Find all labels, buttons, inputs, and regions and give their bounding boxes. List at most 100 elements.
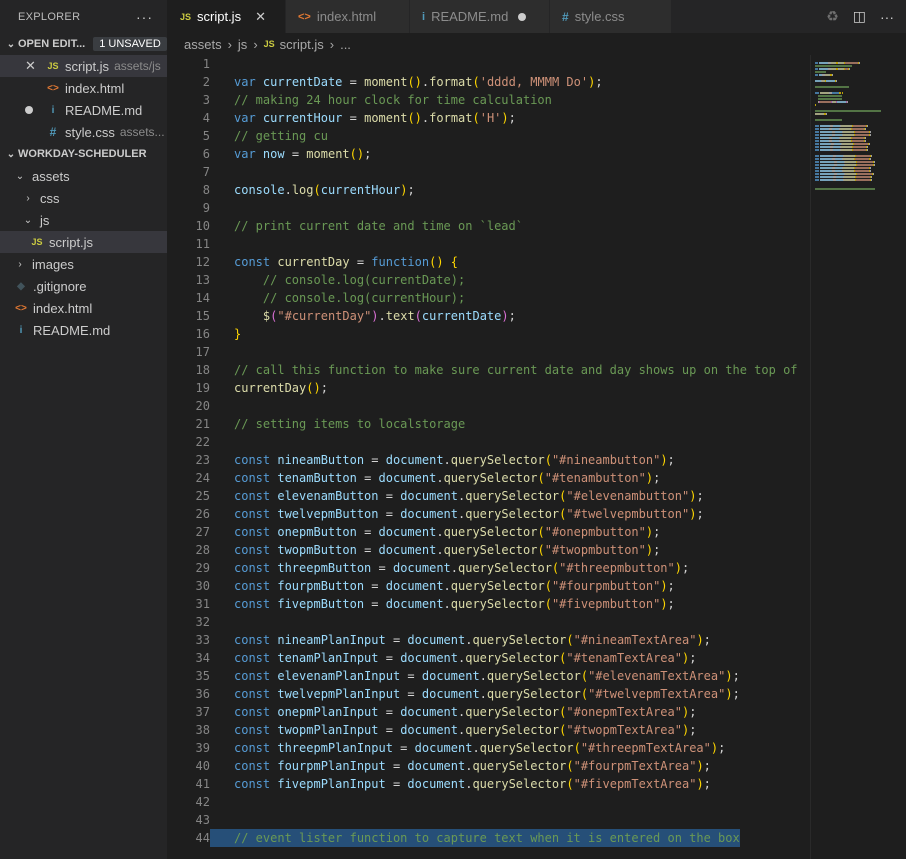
code-line[interactable]: 43 bbox=[168, 811, 810, 829]
more-actions-icon[interactable]: ··· bbox=[880, 9, 894, 25]
chevron-down-icon: ⌄ bbox=[15, 170, 25, 182]
tree-label: script.js bbox=[49, 234, 94, 250]
code-line[interactable]: 31 const fivepmButton = document.querySel… bbox=[168, 595, 810, 613]
code-line[interactable]: 12 const currentDay = function() { bbox=[168, 253, 810, 271]
code-line[interactable]: 6 var now = moment(); bbox=[168, 145, 810, 163]
open-editor-label: README.md bbox=[65, 102, 143, 118]
breadcrumb-item[interactable]: js bbox=[238, 37, 247, 52]
code-line[interactable]: 9 bbox=[168, 199, 810, 217]
code-line[interactable]: 33 const nineamPlanInput = document.query… bbox=[168, 631, 810, 649]
code-line[interactable]: 15 $("#currentDay").text(currentDate); bbox=[168, 307, 810, 325]
tree-folder-images[interactable]: › images bbox=[0, 253, 167, 275]
code-line[interactable]: 23 const nineamButton = document.querySel… bbox=[168, 451, 810, 469]
code-line[interactable]: 5 // getting cu bbox=[168, 127, 810, 145]
code-line[interactable]: 20 bbox=[168, 397, 810, 415]
minimap-token bbox=[840, 137, 851, 139]
tree-file-readme-md[interactable]: i README.md bbox=[0, 319, 167, 341]
code-line[interactable]: 21 // setting items to localstorage bbox=[168, 415, 810, 433]
code-line[interactable]: 28 const twopmButton = document.querySele… bbox=[168, 541, 810, 559]
more-actions-icon[interactable]: ··· bbox=[136, 9, 153, 25]
minimap-token bbox=[867, 146, 868, 148]
code-line[interactable]: 36 const twelvepmPlanInput = document.que… bbox=[168, 685, 810, 703]
code-line[interactable]: 2 var currentDate = moment().format('dddd… bbox=[168, 73, 810, 91]
project-label: WORKDAY-SCHEDULER bbox=[18, 148, 147, 160]
code-line[interactable]: 35 const elevenamPlanInput = document.que… bbox=[168, 667, 810, 685]
minimap-token bbox=[819, 62, 828, 64]
compare-changes-icon[interactable]: ♻ bbox=[826, 8, 839, 25]
js-file-icon: JS bbox=[31, 237, 43, 247]
tree-file-index-html[interactable]: <> index.html bbox=[0, 297, 167, 319]
tab-index-html[interactable]: <> index.html bbox=[286, 0, 410, 33]
code-line[interactable]: 24 const tenamButton = document.querySele… bbox=[168, 469, 810, 487]
code-line[interactable]: 22 bbox=[168, 433, 810, 451]
unsaved-dot-icon[interactable] bbox=[518, 12, 527, 21]
code-line[interactable]: 17 bbox=[168, 343, 810, 361]
minimap-token bbox=[856, 179, 870, 181]
code-line[interactable]: 42 bbox=[168, 793, 810, 811]
tree-folder-js[interactable]: ⌄ js bbox=[0, 209, 167, 231]
split-editor-icon[interactable]: ◫ bbox=[853, 8, 866, 25]
line-number: 37 bbox=[195, 705, 210, 719]
minimap-token bbox=[853, 125, 866, 127]
line-number: 16 bbox=[195, 327, 210, 341]
tab-readme-md[interactable]: i README.md bbox=[410, 0, 550, 33]
breadcrumb-item[interactable]: script.js bbox=[280, 37, 324, 52]
code-line[interactable]: 40 const fourpmPlanInput = document.query… bbox=[168, 757, 810, 775]
code-line[interactable]: 26 const twelvepmButton = document.queryS… bbox=[168, 505, 810, 523]
code-line[interactable]: 19 currentDay(); bbox=[168, 379, 810, 397]
code-line[interactable]: 32 bbox=[168, 613, 810, 631]
open-editors-section[interactable]: ⌄ OPEN EDIT... 1 UNSAVED bbox=[0, 33, 167, 55]
code-line[interactable]: 30 const fourpmButton = document.querySel… bbox=[168, 577, 810, 595]
minimap-token bbox=[874, 164, 875, 166]
breadcrumb-item[interactable]: assets bbox=[184, 37, 222, 52]
open-editor-index-html[interactable]: <> index.html bbox=[0, 77, 167, 99]
code-line[interactable]: 16} bbox=[168, 325, 810, 343]
line-number: 15 bbox=[195, 309, 210, 323]
minimap-token bbox=[833, 125, 840, 127]
code-line[interactable]: 10 // print current date and time on `lea… bbox=[168, 217, 810, 235]
minimap-token bbox=[843, 167, 854, 169]
code-text: // console.log(currentDate); bbox=[262, 273, 466, 287]
close-icon[interactable]: ✕ bbox=[255, 9, 266, 25]
tree-file-gitignore[interactable]: ◆ .gitignore bbox=[0, 275, 167, 297]
tab-style-css[interactable]: # style.css bbox=[550, 0, 672, 33]
code-line[interactable]: 1 bbox=[168, 55, 810, 73]
tree-file-script-js[interactable]: JS script.js bbox=[0, 231, 167, 253]
code-line[interactable]: 27 const onepmButton = document.querySele… bbox=[168, 523, 810, 541]
code-line[interactable]: 8 console.log(currentHour); bbox=[168, 181, 810, 199]
code-line[interactable]: 3 // making 24 hour clock for time calcul… bbox=[168, 91, 810, 109]
minimap-token bbox=[870, 131, 871, 133]
code-line[interactable]: 29 const threepmButton = document.querySe… bbox=[168, 559, 810, 577]
code-line[interactable]: 44// event lister function to capture te… bbox=[168, 829, 810, 847]
close-icon[interactable]: ✕ bbox=[25, 58, 36, 74]
open-editor-script-js[interactable]: ✕ JS script.js assets/js bbox=[0, 55, 167, 77]
code-line[interactable]: 14 // console.log(currentHour); bbox=[168, 289, 810, 307]
open-editor-readme-md[interactable]: i README.md bbox=[0, 99, 167, 121]
code-line[interactable]: 41 const fivepmPlanInput = document.query… bbox=[168, 775, 810, 793]
code-line[interactable]: 7 bbox=[168, 163, 810, 181]
code-line[interactable]: 37 const onepmPlanInput = document.queryS… bbox=[168, 703, 810, 721]
minimap-token bbox=[815, 86, 849, 88]
minimap-token bbox=[820, 164, 834, 166]
code-line[interactable]: 4 var currentHour = moment().format('H'); bbox=[168, 109, 810, 127]
code-line[interactable]: 25 const elevenamButton = document.queryS… bbox=[168, 487, 810, 505]
minimap-token bbox=[832, 140, 839, 142]
line-number: 40 bbox=[195, 759, 210, 773]
open-editor-style-css[interactable]: # style.css assets... bbox=[0, 121, 167, 143]
minimap-token bbox=[815, 188, 875, 190]
code-line[interactable]: 18 // call this function to make sure cur… bbox=[168, 361, 810, 379]
minimap[interactable] bbox=[810, 55, 906, 859]
breadcrumb-item[interactable]: ... bbox=[340, 37, 351, 52]
code-line[interactable]: 34 const tenamPlanInput = document.queryS… bbox=[168, 649, 810, 667]
code-line[interactable]: 38 const twopmPlanInput = document.queryS… bbox=[168, 721, 810, 739]
code-editor[interactable]: 1 2 var currentDate = moment().format('ddd… bbox=[168, 55, 810, 859]
tree-folder-assets[interactable]: ⌄ assets bbox=[0, 165, 167, 187]
project-section[interactable]: ⌄ WORKDAY-SCHEDULER bbox=[0, 143, 167, 165]
code-line[interactable]: 39 const threepmPlanInput = document.quer… bbox=[168, 739, 810, 757]
tab-script-js[interactable]: JS script.js ✕ bbox=[168, 0, 286, 33]
tree-folder-css[interactable]: › css bbox=[0, 187, 167, 209]
code-line[interactable]: 11 bbox=[168, 235, 810, 253]
chevron-down-icon: ⌄ bbox=[6, 38, 16, 50]
code-line[interactable]: 13 // console.log(currentDate); bbox=[168, 271, 810, 289]
